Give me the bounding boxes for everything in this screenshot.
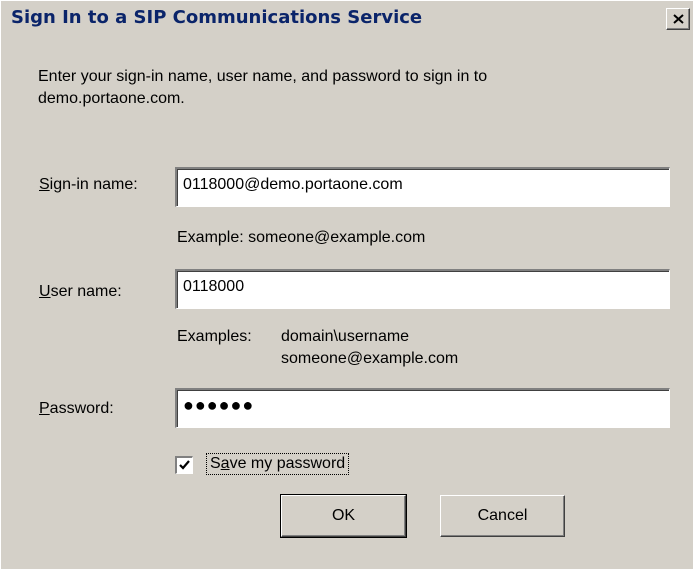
user-name-hint-line2: someone@example.com — [281, 350, 459, 367]
intro-text: Enter your sign-in name, user name, and … — [38, 68, 488, 107]
save-password-accel: a — [220, 455, 230, 472]
signin-name-label: Sign-in name: — [39, 176, 138, 194]
user-name-hint-line1: domain\username — [281, 328, 410, 345]
cancel-button[interactable]: Cancel — [440, 495, 565, 537]
save-password-label-pre: S — [210, 455, 221, 472]
user-name-accel: U — [39, 283, 51, 300]
password-accel: P — [39, 400, 50, 417]
dialog-title: Sign In to a SIP Communications Service — [11, 7, 423, 28]
password-field[interactable]: ●●●●●● — [175, 388, 670, 428]
password-label-text: assword: — [49, 400, 114, 417]
sign-in-dialog: Sign In to a SIP Communications Service … — [0, 0, 693, 569]
title-bar: Sign In to a SIP Communications Service — [1, 1, 693, 35]
save-password-label[interactable]: Save my password — [206, 453, 350, 475]
ok-button[interactable]: OK — [280, 494, 407, 538]
password-masked-value: ●●●●●● — [183, 395, 255, 415]
save-password-label-text: ve my password — [229, 455, 346, 472]
user-name-label-text: ser name: — [50, 283, 122, 300]
signin-name-label-text: ign-in name: — [49, 176, 138, 193]
signin-name-field[interactable]: 0118000@demo.portaone.com — [175, 167, 670, 207]
user-name-field[interactable]: 0118000 — [175, 269, 670, 309]
user-name-label: User name: — [39, 283, 122, 301]
close-icon — [673, 14, 684, 24]
signin-name-value: 0118000@demo.portaone.com — [183, 176, 403, 193]
checkmark-icon — [179, 460, 190, 470]
signin-name-accel: S — [39, 176, 50, 193]
save-password-checkbox[interactable] — [175, 456, 193, 474]
signin-name-hint: Example: someone@example.com — [177, 229, 426, 246]
user-name-hint-prefix: Examples: — [177, 328, 252, 345]
user-name-value: 0118000 — [183, 278, 245, 295]
close-button[interactable] — [666, 8, 690, 30]
password-label: Password: — [39, 400, 114, 418]
